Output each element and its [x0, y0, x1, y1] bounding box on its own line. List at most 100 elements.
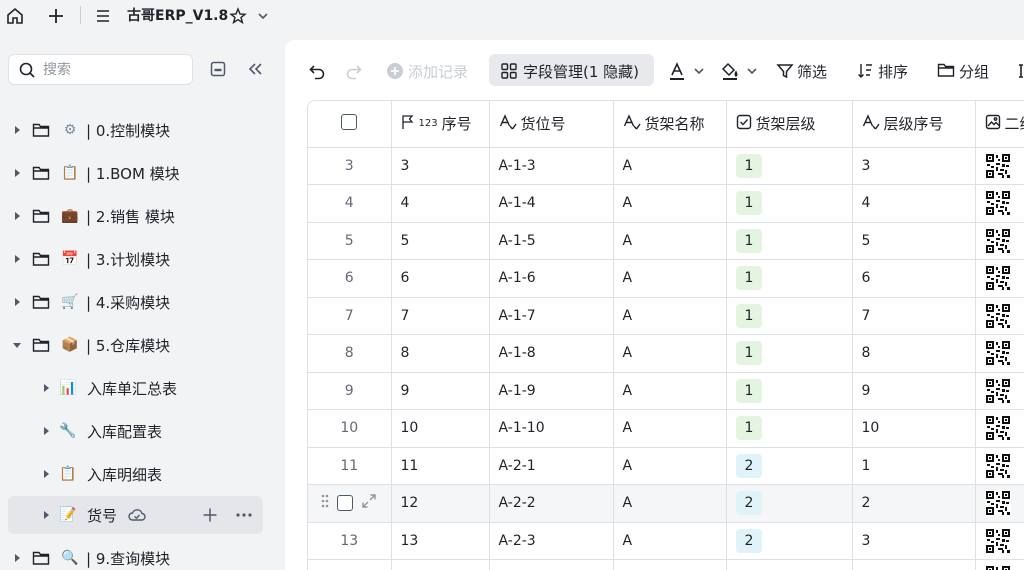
- qrcode-cell[interactable]: [975, 447, 1024, 485]
- qrcode-image[interactable]: [984, 490, 1011, 517]
- caret-right-icon[interactable]: [11, 210, 23, 222]
- shelf-name-cell[interactable]: A: [613, 484, 727, 523]
- level-seq-cell[interactable]: 9: [852, 372, 976, 410]
- location-cell[interactable]: A-1-7: [489, 297, 614, 335]
- shelf-level-cell[interactable]: 1: [726, 259, 853, 298]
- seq-cell[interactable]: 4: [391, 184, 490, 223]
- qrcode-cell[interactable]: [975, 409, 1024, 448]
- panel-toggle-icon[interactable]: [208, 59, 228, 79]
- qrcode-cell[interactable]: [975, 259, 1024, 298]
- caret-right-icon[interactable]: [11, 253, 23, 265]
- location-cell[interactable]: A-2-3: [489, 522, 614, 560]
- shelf-level-cell[interactable]: 1: [726, 222, 853, 260]
- table-row[interactable]: 6 6 A-1-6 A 1 6: [308, 259, 1024, 298]
- shelf-name-cell[interactable]: [613, 559, 727, 570]
- shelf-name-cell[interactable]: A: [613, 222, 727, 260]
- level-seq-cell[interactable]: 10: [852, 409, 976, 448]
- level-seq-cell[interactable]: 3: [852, 522, 976, 560]
- location-cell[interactable]: A-1-6: [489, 259, 614, 298]
- shelf-name-cell[interactable]: A: [613, 297, 727, 335]
- location-cell[interactable]: [489, 559, 614, 570]
- seq-cell[interactable]: 5: [391, 222, 490, 260]
- text-color-icon[interactable]: [667, 59, 687, 83]
- shelf-level-cell[interactable]: 1: [726, 184, 853, 223]
- qrcode-image[interactable]: [984, 340, 1011, 367]
- location-cell[interactable]: A-2-1: [489, 447, 614, 485]
- star-icon[interactable]: [226, 4, 250, 28]
- row-number-cell[interactable]: 9: [308, 372, 392, 410]
- location-cell[interactable]: A-1-10: [489, 409, 614, 448]
- sidebar-child-inbound-config[interactable]: 🔧 入库配置表: [8, 413, 263, 449]
- row-number-cell[interactable]: 11: [308, 447, 392, 485]
- shelf-level-cell[interactable]: 1: [726, 409, 853, 448]
- row-number-cell[interactable]: 14: [308, 559, 392, 570]
- redo-icon[interactable]: [344, 59, 364, 83]
- caret-right-icon[interactable]: [40, 509, 52, 521]
- table-row[interactable]: 11 11 A-2-1 A 2 1: [308, 447, 1024, 485]
- row-number-cell[interactable]: 13: [308, 522, 392, 560]
- qrcode-image[interactable]: [984, 190, 1011, 217]
- level-seq-cell[interactable]: 4: [852, 184, 976, 223]
- qrcode-cell[interactable]: [975, 147, 1024, 185]
- chevron-down-icon[interactable]: [693, 59, 705, 83]
- shelf-level-cell[interactable]: 1: [726, 334, 853, 373]
- shelf-level-cell[interactable]: [726, 559, 853, 570]
- sidebar-item-plan[interactable]: 📅 | 3.计划模块: [8, 241, 263, 277]
- seq-cell[interactable]: [391, 559, 490, 570]
- sidebar-item-purchase[interactable]: 🛒 | 4.采购模块: [8, 284, 263, 320]
- location-cell[interactable]: A-1-3: [489, 147, 614, 185]
- qrcode-image[interactable]: [984, 377, 1011, 404]
- select-all-checkbox[interactable]: [341, 113, 358, 130]
- qrcode-image[interactable]: [984, 527, 1011, 554]
- table-row[interactable]: 5 5 A-1-5 A 1 5: [308, 222, 1024, 260]
- group-button[interactable]: 分组: [937, 59, 989, 83]
- table-row[interactable]: 3 3 A-1-3 A 1 3: [308, 147, 1024, 185]
- seq-cell[interactable]: 12: [391, 484, 490, 523]
- row-number-cell[interactable]: 3: [308, 147, 392, 185]
- shelf-level-cell[interactable]: 2: [726, 447, 853, 485]
- row-number-cell[interactable]: 8: [308, 334, 392, 373]
- shelf-name-cell[interactable]: A: [613, 259, 727, 298]
- caret-right-icon[interactable]: [11, 124, 23, 136]
- sidebar-item-query[interactable]: 🔍 | 9.查询模块: [8, 540, 263, 570]
- table-row[interactable]: 13 13 A-2-3 A 2 3: [308, 522, 1024, 560]
- qrcode-image[interactable]: [984, 265, 1011, 292]
- caret-right-icon[interactable]: [11, 167, 23, 179]
- shelf-level-cell[interactable]: 2: [726, 522, 853, 560]
- level-seq-cell[interactable]: 6: [852, 259, 976, 298]
- sidebar-item-control[interactable]: ⚙ | 0.控制模块: [8, 112, 263, 148]
- chevron-down-icon[interactable]: [746, 59, 758, 83]
- expand-icon[interactable]: [361, 493, 377, 513]
- sort-button[interactable]: 排序: [857, 59, 908, 83]
- level-seq-cell[interactable]: 8: [852, 334, 976, 373]
- row-number-cell[interactable]: 5: [308, 222, 392, 260]
- sidebar-item-sales[interactable]: 💼 | 2.销售 模块: [8, 198, 263, 234]
- add-icon[interactable]: [201, 506, 219, 524]
- seq-cell[interactable]: 11: [391, 447, 490, 485]
- shelf-level-cell[interactable]: 2: [726, 484, 853, 523]
- seq-cell[interactable]: 8: [391, 334, 490, 373]
- sidebar-item-bom[interactable]: 📋 | 1.BOM 模块: [8, 155, 263, 191]
- collapse-sidebar-icon[interactable]: [245, 59, 265, 79]
- shelf-level-cell[interactable]: 1: [726, 297, 853, 335]
- qrcode-image[interactable]: [984, 152, 1011, 179]
- drag-handle-icon[interactable]: [321, 494, 329, 512]
- row-number-cell[interactable]: 4: [308, 184, 392, 223]
- seq-cell[interactable]: 3: [391, 147, 490, 185]
- shelf-name-cell[interactable]: A: [613, 447, 727, 485]
- location-cell[interactable]: A-1-5: [489, 222, 614, 260]
- column-header-level-seq[interactable]: 层级序号: [852, 101, 976, 148]
- table-row[interactable]: 9 9 A-1-9 A 1 9: [308, 372, 1024, 410]
- sidebar-child-item-number[interactable]: 📝 货号: [8, 496, 263, 534]
- caret-right-icon[interactable]: [11, 296, 23, 308]
- qrcode-image[interactable]: [984, 302, 1011, 329]
- table-row[interactable]: 4 4 A-1-4 A 1 4: [308, 184, 1024, 223]
- row-number-cell[interactable]: 10: [308, 409, 392, 448]
- seq-cell[interactable]: 6: [391, 259, 490, 298]
- qrcode-image[interactable]: [984, 415, 1011, 442]
- level-seq-cell[interactable]: 7: [852, 297, 976, 335]
- shelf-name-cell[interactable]: A: [613, 372, 727, 410]
- location-cell[interactable]: A-1-9: [489, 372, 614, 410]
- qrcode-cell[interactable]: [975, 334, 1024, 373]
- table-row[interactable]: 12 A-2-2 A 2 2: [308, 484, 1024, 523]
